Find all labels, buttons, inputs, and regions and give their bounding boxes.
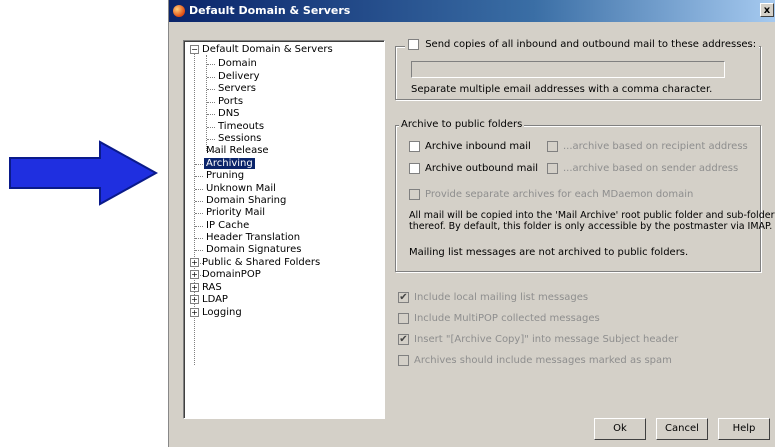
tree-item-label: Priority Mail bbox=[206, 207, 266, 218]
ok-button[interactable]: Ok bbox=[594, 418, 646, 440]
tree-item-pruning[interactable]: Pruning bbox=[206, 170, 244, 182]
send-copies-header: Send copies of all inbound and outbound … bbox=[405, 39, 760, 51]
separate-archives-label: Provide separate archives for each MDaem… bbox=[425, 189, 694, 200]
copy-addresses-input[interactable] bbox=[411, 61, 725, 78]
tree-item-servers[interactable]: Servers bbox=[218, 83, 256, 95]
include-spam-checkbox[interactable] bbox=[398, 355, 409, 366]
collapse-icon[interactable]: − bbox=[190, 45, 199, 54]
include-local-mailing-list-checkbox[interactable]: ✔ bbox=[398, 292, 409, 303]
tree-item-label: Public & Shared Folders bbox=[202, 257, 321, 268]
include-local-mailing-list-label: Include local mailing list messages bbox=[414, 292, 589, 303]
tree-item-label: Pruning bbox=[206, 170, 245, 181]
app-icon bbox=[173, 5, 185, 17]
tree-item-archiving[interactable]: Archiving bbox=[204, 158, 255, 170]
send-copies-checkbox[interactable] bbox=[408, 39, 419, 50]
tree-item-sessions[interactable]: Sessions bbox=[218, 133, 261, 145]
tree-item-label: Default Domain & Servers bbox=[202, 44, 333, 55]
tree-item-label: RAS bbox=[202, 282, 222, 293]
cancel-button[interactable]: Cancel bbox=[656, 418, 708, 440]
expand-icon[interactable]: + bbox=[190, 283, 199, 292]
expand-icon[interactable]: + bbox=[190, 308, 199, 317]
tree-item-label: Unknown Mail bbox=[206, 183, 276, 194]
archive-info-line-2: thereof. By default, this folder is only… bbox=[409, 221, 773, 232]
insert-archive-copy-checkbox[interactable]: ✔ bbox=[398, 334, 409, 345]
pointer-arrow-icon bbox=[9, 140, 158, 206]
tree-item-unknown-mail[interactable]: Unknown Mail bbox=[206, 183, 276, 195]
tree-item-priority-mail[interactable]: Priority Mail bbox=[206, 207, 265, 219]
tree-item-header-translation[interactable]: Header Translation bbox=[206, 232, 300, 244]
include-spam-label: Archives should include messages marked … bbox=[414, 355, 672, 366]
tree-item-domain-signatures[interactable]: Domain Signatures bbox=[206, 244, 301, 256]
tree-item-label: Logging bbox=[202, 307, 242, 318]
tree-item-mail-release[interactable]: Mail Release bbox=[206, 145, 269, 157]
tree-item-label: Domain bbox=[218, 58, 257, 69]
tree-item-logging[interactable]: Logging bbox=[202, 307, 242, 319]
window-title: Default Domain & Servers bbox=[189, 4, 351, 17]
tree-item-label: Mail Release bbox=[206, 145, 269, 156]
tree-item-dns[interactable]: DNS bbox=[218, 108, 240, 120]
tree-item-label: DNS bbox=[218, 108, 240, 119]
tree-item-domain[interactable]: Domain bbox=[218, 58, 257, 70]
insert-archive-copy-label: Insert "[Archive Copy]" into message Sub… bbox=[414, 334, 679, 345]
expand-icon[interactable]: + bbox=[190, 270, 199, 279]
archive-inbound-checkbox[interactable] bbox=[409, 141, 420, 152]
tree-item-ras[interactable]: RAS bbox=[202, 282, 222, 294]
tree-item-label: DomainPOP bbox=[202, 269, 261, 280]
archive-by-recipient-checkbox[interactable] bbox=[547, 141, 558, 152]
tree-item-label: Delivery bbox=[218, 71, 260, 82]
tree-item-label: Domain Sharing bbox=[206, 195, 287, 206]
tree-item-ip-cache[interactable]: IP Cache bbox=[206, 220, 249, 232]
expand-icon[interactable]: + bbox=[190, 295, 199, 304]
archive-info-line-1: All mail will be copied into the 'Mail A… bbox=[409, 210, 775, 221]
tree-item-delivery[interactable]: Delivery bbox=[218, 71, 260, 83]
archive-inbound-label: Archive inbound mail bbox=[425, 141, 531, 152]
archive-by-sender-checkbox[interactable] bbox=[547, 163, 558, 174]
title-bar: Default Domain & Servers x bbox=[169, 0, 775, 22]
tree-item-label: Archiving bbox=[204, 158, 255, 169]
tree-item-public-shared-folders[interactable]: Public & Shared Folders bbox=[202, 257, 320, 269]
archive-public-group-label: Archive to public folders bbox=[399, 119, 525, 130]
tree-item-label: IP Cache bbox=[206, 220, 250, 231]
tree-item-timeouts[interactable]: Timeouts bbox=[218, 121, 264, 133]
tree-item-label: Timeouts bbox=[218, 121, 265, 132]
tree-item-label: Ports bbox=[218, 96, 244, 107]
close-button[interactable]: x bbox=[760, 3, 774, 17]
tree-item-ports[interactable]: Ports bbox=[218, 96, 243, 108]
help-button[interactable]: Help bbox=[718, 418, 770, 440]
send-copies-label: Send copies of all inbound and outbound … bbox=[425, 39, 757, 50]
archive-by-sender-label: ...archive based on sender address bbox=[563, 163, 739, 174]
tree-item-domainpop[interactable]: DomainPOP bbox=[202, 269, 261, 281]
dialog-window: Default Domain & Servers x − Default Dom… bbox=[168, 0, 775, 447]
archive-by-recipient-label: ...archive based on recipient address bbox=[563, 141, 748, 152]
separate-archives-checkbox[interactable] bbox=[409, 189, 420, 200]
settings-tree: − Default Domain & Servers Domain Delive… bbox=[183, 40, 385, 419]
tree-item-ldap[interactable]: LDAP bbox=[202, 294, 228, 306]
archive-outbound-label: Archive outbound mail bbox=[425, 163, 539, 174]
tree-item-label: Header Translation bbox=[206, 232, 301, 243]
mailing-list-note: Mailing list messages are not archived t… bbox=[409, 247, 689, 258]
tree-item-label: LDAP bbox=[202, 294, 228, 305]
tree-item-label: Domain Signatures bbox=[206, 244, 302, 255]
expand-icon[interactable]: + bbox=[190, 258, 199, 267]
tree-item-label: Sessions bbox=[218, 133, 262, 144]
tree-item-domain-sharing[interactable]: Domain Sharing bbox=[206, 195, 286, 207]
tree-item-default-domain-servers[interactable]: Default Domain & Servers bbox=[202, 44, 333, 56]
include-multipop-label: Include MultiPOP collected messages bbox=[414, 313, 600, 324]
send-copies-hint: Separate multiple email addresses with a… bbox=[411, 84, 713, 95]
include-multipop-checkbox[interactable] bbox=[398, 313, 409, 324]
archive-outbound-checkbox[interactable] bbox=[409, 163, 420, 174]
tree-item-label: Servers bbox=[218, 83, 257, 94]
